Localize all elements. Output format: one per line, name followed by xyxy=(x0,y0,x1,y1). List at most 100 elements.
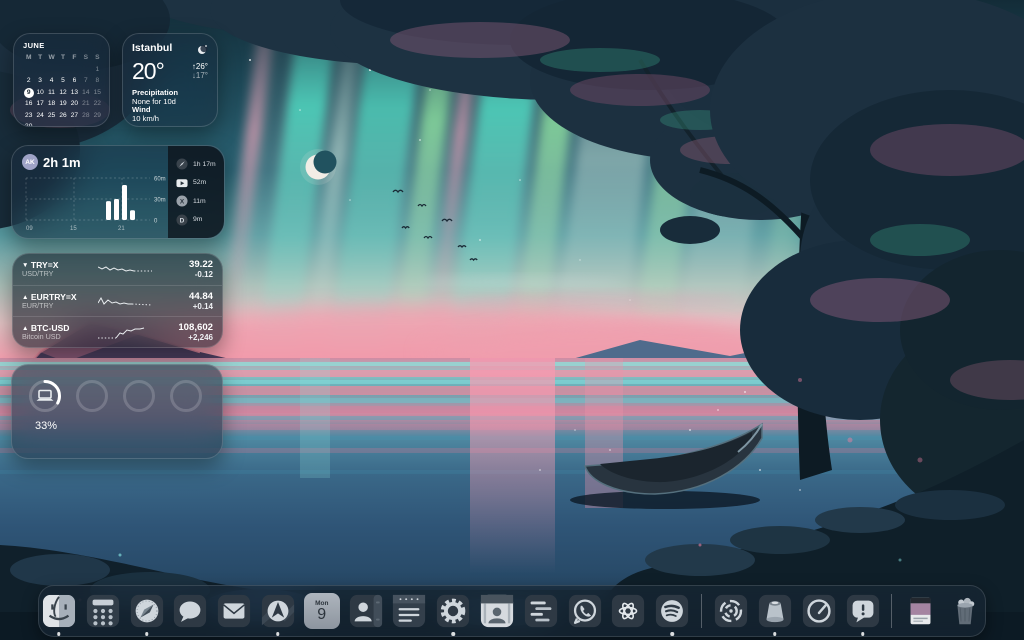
down-triangle-icon: ▼ xyxy=(22,262,29,269)
moon-stars-icon xyxy=(197,42,208,60)
calendar-widget[interactable]: JUNE M T W T F S S 1 2 3 4 5 6 7 8 9 10 11 12 13 14 15 16 17 18 1… xyxy=(13,33,110,127)
svg-text:15: 15 xyxy=(70,226,77,232)
calendar-day: 14 xyxy=(82,88,90,96)
calendar-day xyxy=(23,65,34,75)
calendar-day: 1 xyxy=(95,65,100,73)
stock-price: 44.84 xyxy=(188,290,213,302)
calendar-day: 23 xyxy=(25,111,33,119)
dock-maps-icon[interactable] xyxy=(258,591,298,631)
battery-ring-empty xyxy=(170,380,202,412)
calendar-day: 24 xyxy=(36,111,44,119)
calendar-weekday: W xyxy=(48,54,55,61)
calendar-day xyxy=(69,122,80,126)
calendar-weekday: T xyxy=(60,54,65,61)
dock-whatsapp-icon[interactable] xyxy=(565,591,605,631)
battery-widget[interactable]: 33% xyxy=(11,364,223,459)
calendar-grid: M T W T F S S 1 2 3 4 5 6 7 8 9 10 11 12 13 14 15 16 17 18 19 20 21… xyxy=(23,53,103,127)
dock-photo-booth-icon[interactable] xyxy=(477,591,517,631)
dock-alert-app-icon[interactable] xyxy=(843,591,883,631)
svg-text:09: 09 xyxy=(26,226,33,232)
calendar-day: 30 xyxy=(25,123,33,127)
stock-row[interactable]: ▼ TRY=X USD/TRY 39.22 -0.12 xyxy=(13,254,222,285)
screen-time-app-row: X 11m xyxy=(176,195,224,207)
calendar-day: 6 xyxy=(72,77,77,84)
battery-percent: 33% xyxy=(35,420,58,432)
dock-downloads-stack-icon[interactable] xyxy=(901,591,941,631)
youtube-icon xyxy=(176,179,188,187)
laptop-icon xyxy=(36,389,54,401)
calendar-day: 21 xyxy=(82,100,90,107)
dock-calculator-icon[interactable] xyxy=(83,591,123,631)
calendar-day xyxy=(34,65,45,75)
calendar-day: 9 xyxy=(23,87,34,98)
user-avatar: AK xyxy=(22,154,38,170)
weather-city: Istanbul xyxy=(132,42,173,54)
dock-mail-icon[interactable] xyxy=(214,591,254,631)
calendar-day: 20 xyxy=(70,100,79,107)
up-triangle-icon: ▲ xyxy=(22,324,29,332)
calendar-month-title: JUNE xyxy=(23,41,45,50)
screen-time-bar-chart: 60m 30m 0 09 15 21 xyxy=(25,177,166,232)
calendar-day: 7 xyxy=(84,77,88,84)
calendar-day: 11 xyxy=(48,88,55,96)
dock-safari-icon[interactable] xyxy=(127,591,167,631)
dock-speaker-app-icon[interactable] xyxy=(755,591,795,631)
stock-name: Bitcoin USD xyxy=(22,331,61,341)
calendar-day: 12 xyxy=(59,88,67,96)
calendar-day xyxy=(69,65,80,75)
calendar-day xyxy=(80,122,91,126)
calendar-day: 2 xyxy=(26,77,31,84)
calendar-day: 16 xyxy=(25,100,33,107)
svg-text:21: 21 xyxy=(118,226,125,232)
dock-divider xyxy=(891,594,893,628)
stock-change: +2,246 xyxy=(188,332,213,342)
stock-name: USD/TRY xyxy=(22,269,54,278)
dock-contacts-icon[interactable] xyxy=(346,591,386,631)
stock-row[interactable]: ▲ BTC-USD Bitcoin USD 108,602 +2,246 xyxy=(13,316,222,347)
calendar-day: 10 xyxy=(36,88,44,96)
calendar-day xyxy=(34,122,45,126)
dock-speedometer-app-icon[interactable] xyxy=(799,591,839,631)
battery-ring-empty xyxy=(76,380,108,412)
calendar-weekday: S xyxy=(83,54,89,61)
calendar-day: 28 xyxy=(82,111,90,119)
d-app-icon: D xyxy=(176,214,188,226)
calendar-weekday: F xyxy=(72,54,77,61)
calendar-day: 25 xyxy=(47,111,56,119)
calendar-weekday: S xyxy=(95,54,100,61)
dock-messages-icon[interactable] xyxy=(170,591,210,631)
dock-chatgpt-icon[interactable] xyxy=(609,591,649,631)
svg-text:30m: 30m xyxy=(154,198,166,204)
weather-high: ↑26° xyxy=(191,62,208,71)
calendar-day: 5 xyxy=(61,77,65,84)
dock-notes-icon[interactable] xyxy=(389,591,429,631)
stock-row[interactable]: ▲ EURTRY=X EUR/TRY 44.84 +0.14 xyxy=(13,285,222,316)
dock-maze-utility-icon[interactable] xyxy=(711,591,751,631)
calendar-day xyxy=(46,65,57,75)
dock: Mon 9 xyxy=(38,585,986,637)
weather-widget[interactable]: Istanbul 20° ↑26° ↓17° Precipitation Non… xyxy=(122,33,218,127)
app-duration: 9m xyxy=(193,216,203,224)
dock-reminders-icon[interactable] xyxy=(521,591,561,631)
stock-price: 108,602 xyxy=(178,321,213,333)
up-triangle-icon: ▲ xyxy=(22,293,29,301)
stock-change: -0.12 xyxy=(194,270,213,279)
dock-spotify-icon[interactable] xyxy=(652,591,692,631)
calendar-day: 15 xyxy=(93,88,101,96)
calendar-day: 27 xyxy=(70,111,79,119)
dock-finder-icon[interactable] xyxy=(39,591,79,631)
app-duration: 11m xyxy=(193,197,206,205)
x-app-icon: X xyxy=(176,195,188,207)
calendar-day: 18 xyxy=(47,100,56,107)
desktop: { "colors": { "widget_bg": "rgba(28,44,6… xyxy=(0,0,1024,640)
battery-ring-empty xyxy=(123,380,155,412)
stock-sparkline xyxy=(97,296,152,306)
calendar-day: 26 xyxy=(59,111,67,119)
screen-time-widget[interactable]: AK 2h 1m 60m 30m 0 09 15 21 1h 17m 52m X 11m D 9m xyxy=(11,145,225,239)
dock-system-settings-icon[interactable] xyxy=(433,591,473,631)
svg-text:0: 0 xyxy=(154,219,158,225)
dock-calendar-icon[interactable]: Mon 9 xyxy=(302,591,342,631)
stocks-widget[interactable]: ▼ TRY=X USD/TRY 39.22 -0.12 ▲ EURTRY=X EUR/TR… xyxy=(12,253,223,348)
dock-trash-icon[interactable] xyxy=(945,591,985,631)
calendar-day: 13 xyxy=(70,88,79,96)
